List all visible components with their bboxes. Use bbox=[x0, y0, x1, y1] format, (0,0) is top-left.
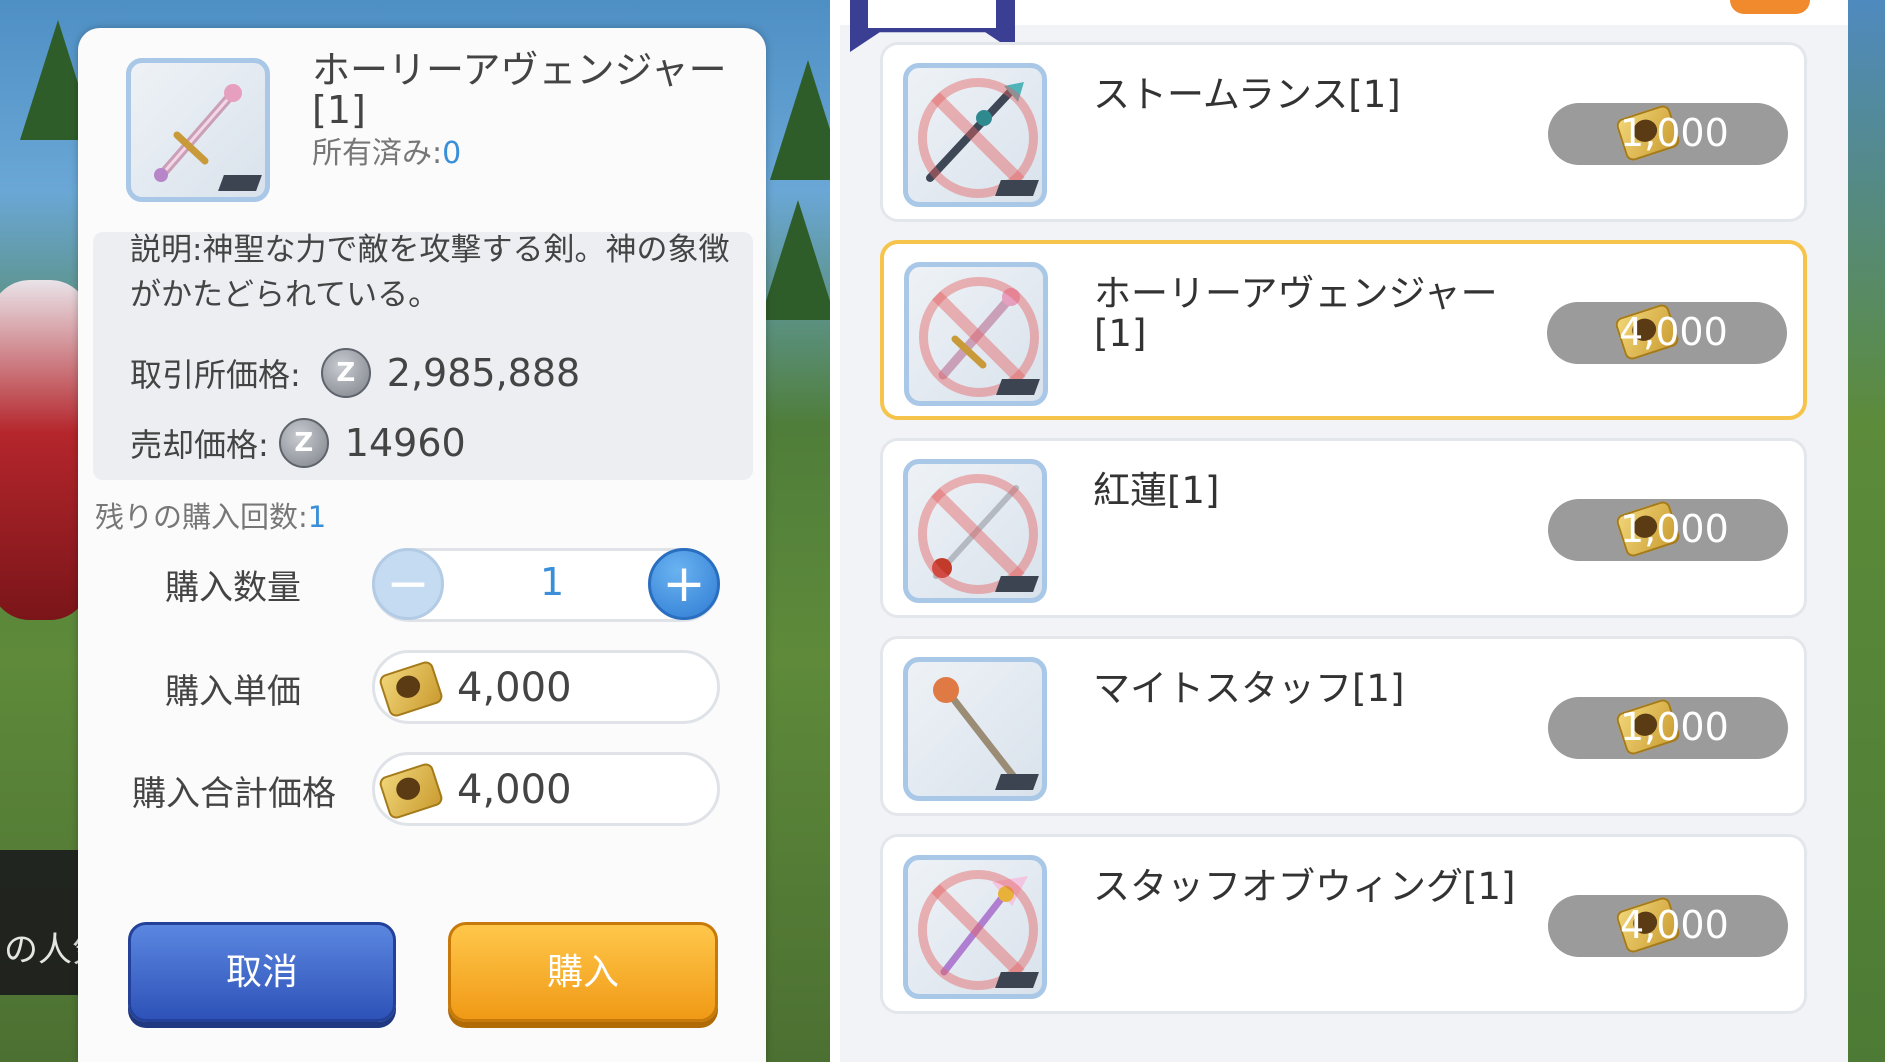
shop-item-price: 1,000 bbox=[1548, 499, 1788, 561]
total-price-field: 4,000 bbox=[372, 752, 720, 826]
buy-button[interactable]: 購入 bbox=[448, 922, 718, 1022]
remaining-label: 残りの購入回数: bbox=[95, 500, 308, 534]
tree-decoration bbox=[760, 200, 836, 320]
shop-item-card[interactable]: 紅蓮[1] 1,000 bbox=[880, 438, 1807, 618]
item-icon-frame bbox=[126, 58, 270, 202]
shop-item-name: マイトスタッフ[1] bbox=[1093, 667, 1405, 710]
shop-item-name: 紅蓮[1] bbox=[1093, 469, 1220, 512]
item-type-badge bbox=[995, 180, 1039, 196]
quantity-label: 購入数量 bbox=[165, 568, 301, 608]
item-icon-frame bbox=[904, 262, 1048, 406]
exchange-price-label: 取引所価格: bbox=[130, 356, 301, 394]
item-icon-frame bbox=[903, 459, 1047, 603]
shop-item-price: 1,000 bbox=[1548, 697, 1788, 759]
item-icon-frame bbox=[903, 657, 1047, 801]
shop-item-name: スタッフオブウィング[1] bbox=[1093, 865, 1516, 908]
shop-item-price: 1,000 bbox=[1548, 103, 1788, 165]
category-flag-inner bbox=[868, 0, 996, 28]
increase-quantity-button[interactable]: + bbox=[648, 548, 720, 620]
sell-price-value: 14960 bbox=[344, 421, 466, 465]
shop-item-price: 4,000 bbox=[1547, 302, 1787, 364]
zeny-coin-icon: Z bbox=[278, 418, 329, 468]
item-icon-frame bbox=[903, 63, 1047, 207]
owned-label: 所有済み: bbox=[312, 136, 443, 171]
cancel-button[interactable]: 取消 bbox=[128, 922, 396, 1022]
scene-edge bbox=[1848, 0, 1885, 1062]
item-type-badge bbox=[995, 576, 1039, 592]
owned-value: 0 bbox=[442, 136, 462, 171]
sell-price-label: 売却価格: bbox=[130, 426, 269, 464]
shop-item-price-value: 1,000 bbox=[1620, 507, 1729, 551]
shop-item-card[interactable]: ストームランス[1] 1,000 bbox=[880, 42, 1807, 222]
unit-price-label: 購入単価 bbox=[165, 672, 301, 712]
shop-item-name: ストームランス[1] bbox=[1093, 73, 1401, 116]
zeny-coin-icon: Z bbox=[320, 348, 371, 398]
shop-item-card[interactable]: スタッフオブウィング[1] 4,000 bbox=[880, 834, 1807, 1014]
shop-item-price-value: 4,000 bbox=[1620, 903, 1729, 947]
unit-price-value: 4,000 bbox=[457, 665, 572, 711]
sell-price-row: 売却価格: Z 14960 bbox=[130, 418, 466, 468]
item-description: 説明:神聖な力で敵を攻撃する剣。神の象徴がかたどられている。 bbox=[130, 232, 730, 313]
remaining-purchases: 残りの購入回数:1 bbox=[95, 494, 326, 536]
item-type-badge bbox=[995, 774, 1039, 790]
remaining-value: 1 bbox=[307, 500, 327, 534]
item-icon-frame bbox=[903, 855, 1047, 999]
item-type-badge bbox=[996, 379, 1040, 395]
item-type-badge bbox=[995, 972, 1039, 988]
owned-count: 所有済み:0 bbox=[312, 128, 461, 172]
shop-item-price: 4,000 bbox=[1548, 895, 1788, 957]
chat-strip: の人気 bbox=[0, 850, 106, 995]
npc-character bbox=[0, 280, 90, 620]
item-type-badge bbox=[218, 175, 262, 191]
total-price-value: 4,000 bbox=[457, 767, 572, 813]
item-title: ホーリーアヴェンジャー[1] bbox=[312, 48, 727, 132]
shop-item-price-value: 1,000 bbox=[1620, 705, 1729, 749]
quantity-value[interactable]: 1 bbox=[540, 560, 564, 604]
shop-item-name: ホーリーアヴェンジャー[1] bbox=[1094, 272, 1498, 355]
ticket-icon bbox=[377, 761, 445, 821]
shop-item-price-value: 4,000 bbox=[1619, 310, 1728, 354]
close-tab-corner[interactable] bbox=[1730, 0, 1810, 14]
exchange-price-row: 取引所価格: Z 2,985,888 bbox=[130, 348, 580, 398]
total-price-label: 購入合計価格 bbox=[132, 774, 336, 814]
exchange-price-value: 2,985,888 bbox=[386, 351, 581, 395]
unit-price-field: 4,000 bbox=[372, 650, 720, 724]
ticket-icon bbox=[377, 659, 445, 719]
shop-item-card[interactable]: マイトスタッフ[1] 1,000 bbox=[880, 636, 1807, 816]
decrease-quantity-button[interactable]: − bbox=[372, 548, 444, 620]
shop-item-price-value: 1,000 bbox=[1620, 111, 1729, 155]
shop-item-card[interactable]: ホーリーアヴェンジャー[1] 4,000 bbox=[880, 240, 1807, 420]
